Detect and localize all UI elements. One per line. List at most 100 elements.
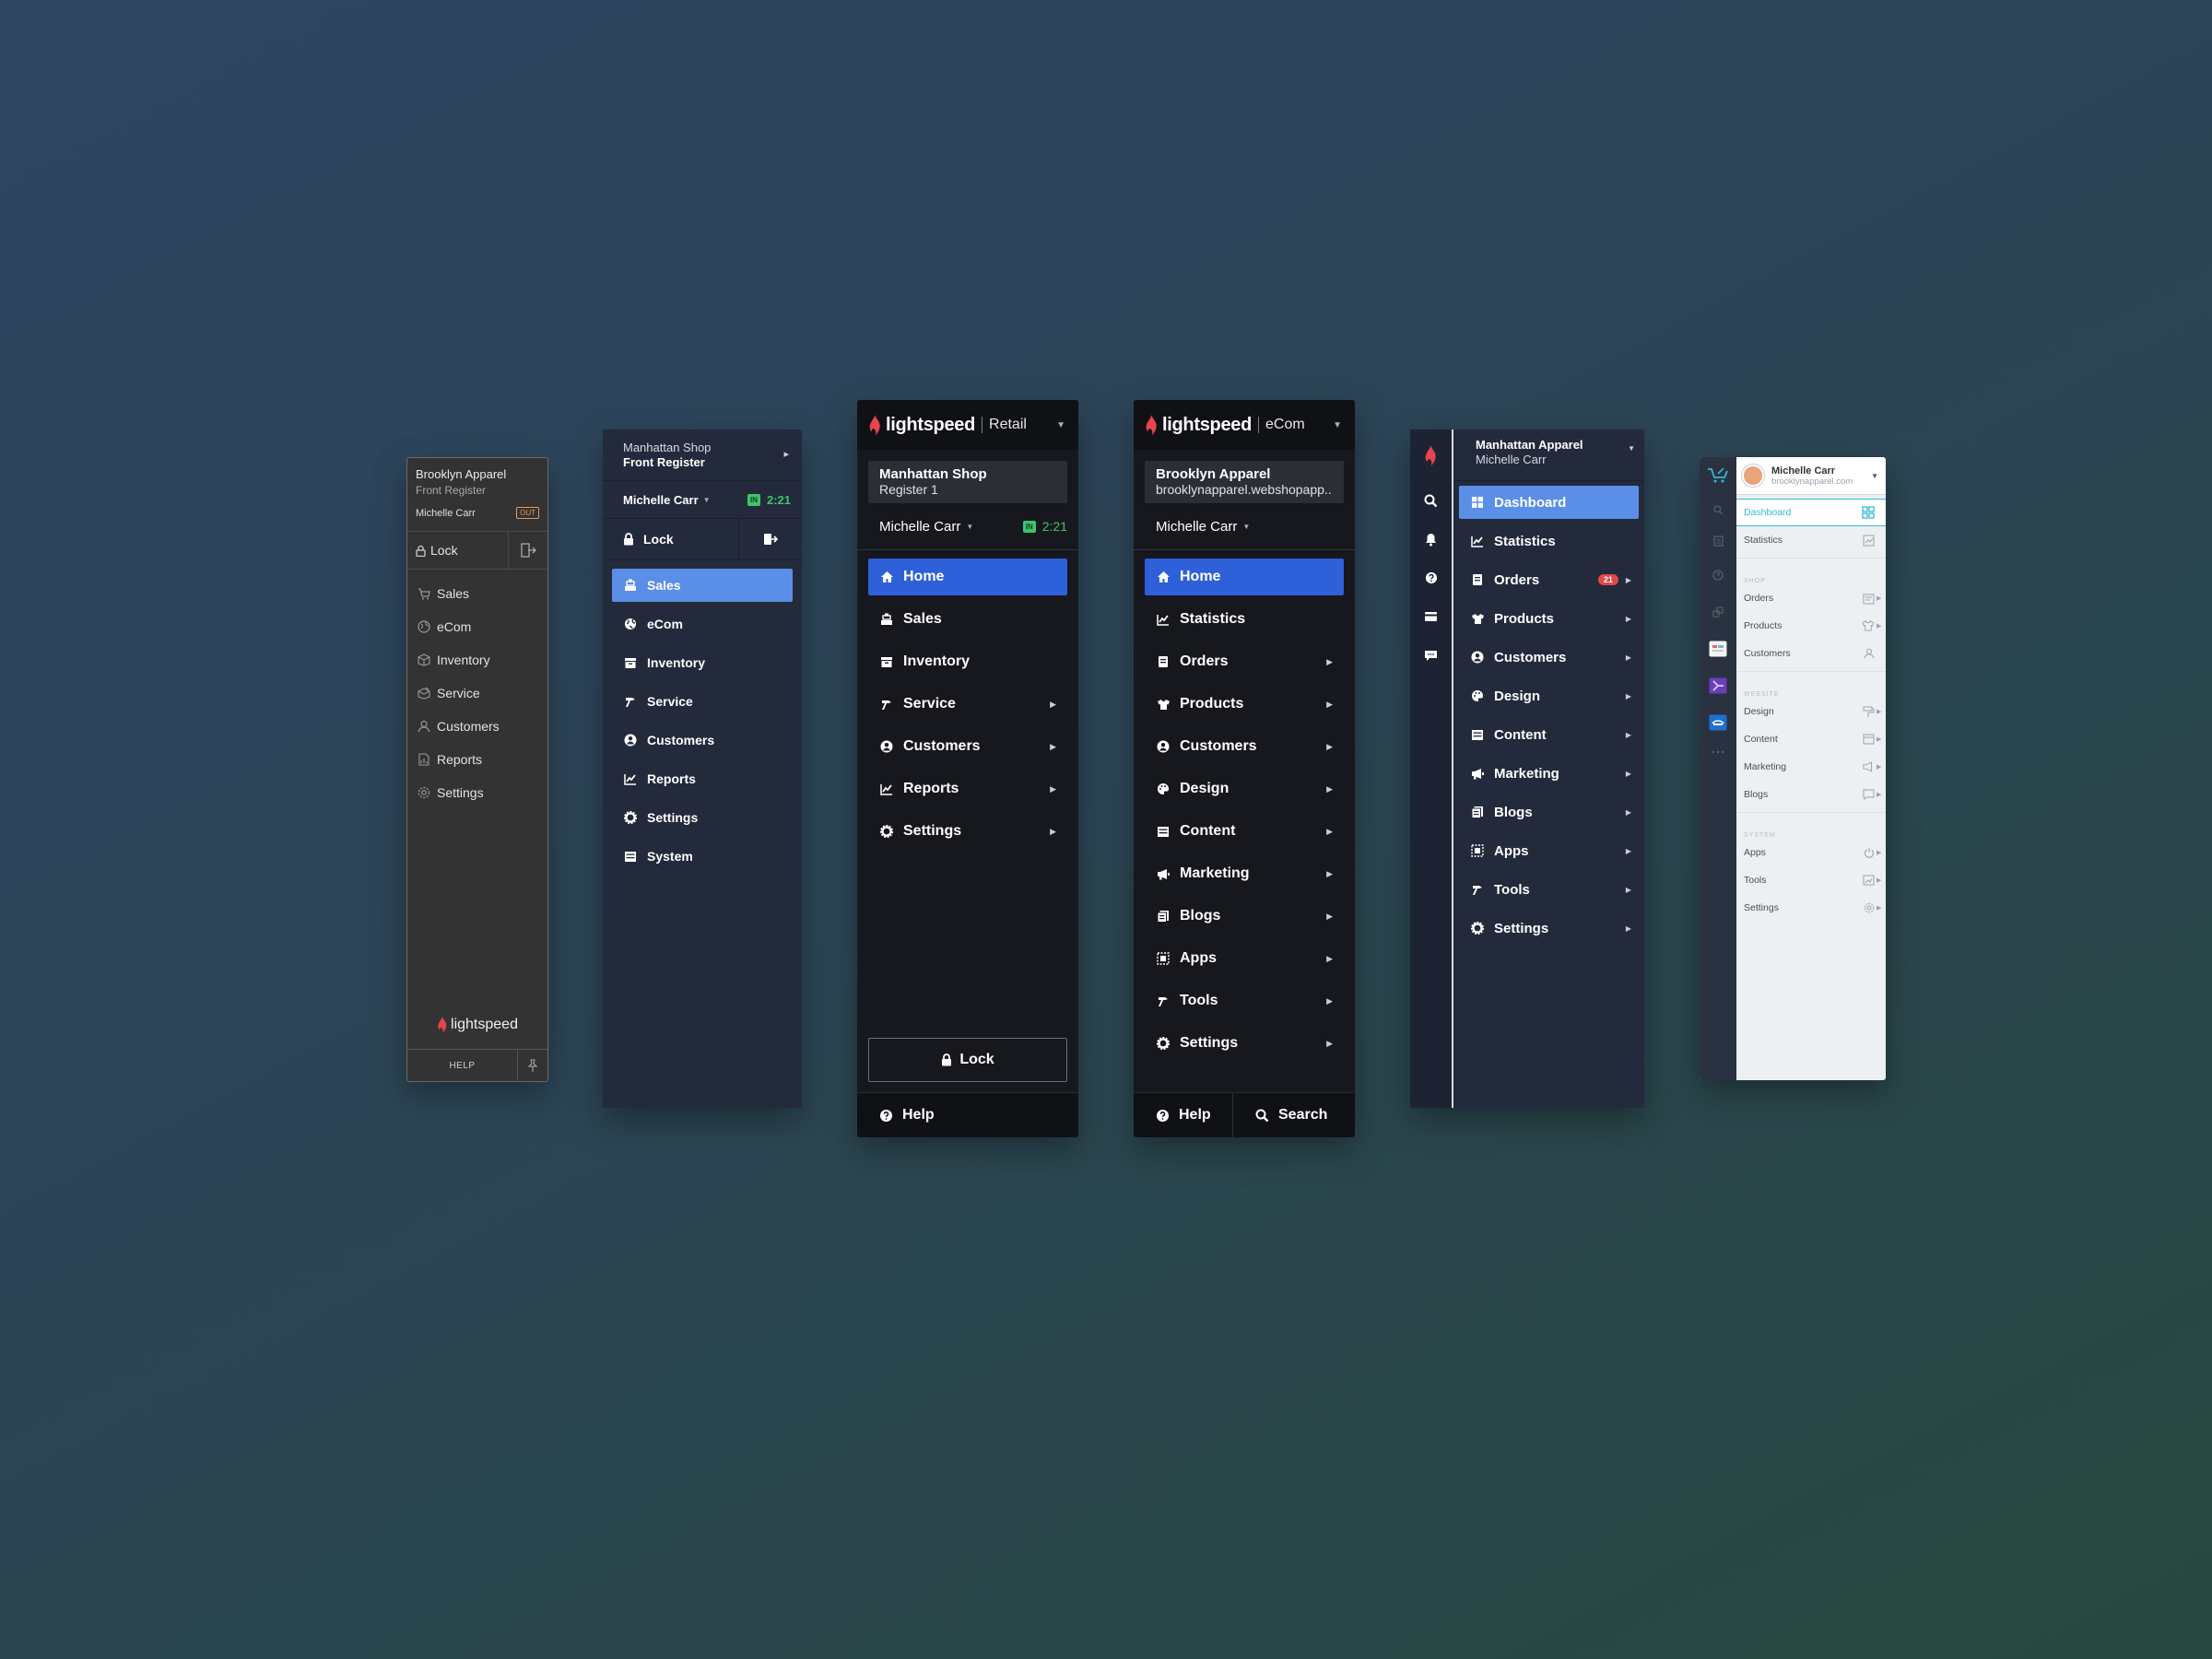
help-button[interactable]: Help bbox=[1134, 1093, 1233, 1137]
logout-button[interactable] bbox=[509, 532, 547, 569]
nav-item-dashboard[interactable]: Dashboard bbox=[1459, 486, 1639, 519]
nav-item-customers[interactable]: Customers bbox=[1736, 640, 1886, 667]
help-icon[interactable] bbox=[1410, 559, 1452, 597]
nav-item-products[interactable]: Products ▶ bbox=[1736, 612, 1886, 640]
app-thumbnail-icon[interactable] bbox=[1700, 667, 1736, 704]
nav-item-inventory[interactable]: Inventory bbox=[868, 643, 1067, 680]
nav-item-blogs[interactable]: Blogs ▶ bbox=[1736, 781, 1886, 808]
product-switcher[interactable]: lightspeed Retail ▼ bbox=[857, 400, 1078, 450]
sidebar-retail-navy: Manhattan Shop Front Register ▸ Michelle… bbox=[603, 429, 802, 1108]
pin-button[interactable] bbox=[518, 1050, 547, 1081]
lock-button[interactable]: Lock bbox=[603, 519, 739, 559]
nav-item-reports[interactable]: Reports bbox=[612, 762, 793, 795]
account-header[interactable]: Manhattan Apparel Michelle Carr ▼ bbox=[1453, 429, 1644, 481]
nav-item-statistics[interactable]: Statistics bbox=[1145, 601, 1344, 638]
nav-item-orders[interactable]: Orders ▶ bbox=[1736, 584, 1886, 612]
nav-item-design[interactable]: Design ▶ bbox=[1145, 771, 1344, 807]
nav-item-customers[interactable]: Customers ▶ bbox=[1459, 641, 1639, 674]
account-header[interactable]: Brooklyn Apparel Front Register Michelle… bbox=[407, 458, 547, 532]
shop-cart-logo-icon[interactable] bbox=[1700, 457, 1736, 494]
nav-item-content[interactable]: Content ▶ bbox=[1736, 725, 1886, 753]
nav-item-apps[interactable]: Apps ▶ bbox=[1145, 940, 1344, 977]
more-icon[interactable] bbox=[1700, 741, 1736, 763]
nav-item-ecom[interactable]: eCom bbox=[612, 607, 793, 641]
nav-item-content[interactable]: Content ▶ bbox=[1459, 718, 1639, 751]
nav-item-design[interactable]: Design ▶ bbox=[1736, 698, 1886, 725]
nav-item-products[interactable]: Products ▶ bbox=[1459, 602, 1639, 635]
account-header[interactable]: Manhattan Shop Front Register ▸ bbox=[603, 429, 802, 481]
nav-item-settings[interactable]: Settings ▶ bbox=[868, 813, 1067, 850]
flame-logo-icon bbox=[868, 414, 882, 436]
globe-icon bbox=[417, 620, 431, 633]
lock-button[interactable]: Lock bbox=[868, 1038, 1067, 1082]
shop-selector[interactable]: Brooklyn Apparel brooklynapparel.webshop… bbox=[1145, 461, 1344, 503]
section-title: SYSTEM bbox=[1744, 832, 1776, 839]
search-icon[interactable] bbox=[1410, 481, 1452, 520]
nav-item-sales[interactable]: Sales bbox=[612, 569, 793, 602]
nav-item-home[interactable]: Home bbox=[1145, 559, 1344, 595]
nav-item-customers[interactable]: Customers ▶ bbox=[1145, 728, 1344, 765]
user-switcher[interactable]: Michelle Carr ▼ IN 2:21 bbox=[857, 503, 1078, 550]
nav-item-inventory[interactable]: Inventory bbox=[407, 643, 547, 677]
nav-item-inventory[interactable]: Inventory bbox=[612, 646, 793, 679]
nav-item-statistics[interactable]: Statistics bbox=[1459, 524, 1639, 558]
nav-item-system[interactable]: System bbox=[612, 840, 793, 873]
nav-item-content[interactable]: Content ▶ bbox=[1145, 813, 1344, 850]
nav-item-products[interactable]: Products ▶ bbox=[1145, 686, 1344, 723]
nav-item-settings[interactable]: Settings ▶ bbox=[1145, 1025, 1344, 1062]
nav-item-service[interactable]: Service ▶ bbox=[868, 686, 1067, 723]
nav-item-reports[interactable]: Reports bbox=[407, 743, 547, 776]
nav-item-customers[interactable]: Customers bbox=[407, 710, 547, 743]
nav-item-reports[interactable]: Reports ▶ bbox=[868, 771, 1067, 807]
card-icon[interactable] bbox=[1410, 597, 1452, 636]
notifications-icon[interactable] bbox=[1700, 525, 1736, 557]
nav-item-apps[interactable]: Apps ▶ bbox=[1459, 834, 1639, 867]
nav-item-settings[interactable]: Settings ▶ bbox=[1459, 912, 1639, 945]
search-icon[interactable] bbox=[1700, 494, 1736, 525]
user-switcher[interactable]: Michelle Carr brooklynapparel.com ▼ bbox=[1736, 457, 1886, 495]
nav-item-marketing[interactable]: Marketing ▶ bbox=[1736, 753, 1886, 781]
nav-item-home[interactable]: Home bbox=[868, 559, 1067, 595]
nav-item-sales[interactable]: Sales bbox=[868, 601, 1067, 638]
app-thumbnail-icon[interactable] bbox=[1700, 704, 1736, 741]
chat-icon[interactable] bbox=[1410, 636, 1452, 675]
lock-button[interactable]: Lock bbox=[407, 532, 509, 569]
nav-item-tools[interactable]: Tools ▶ bbox=[1736, 866, 1886, 894]
help-button[interactable]: Help bbox=[857, 1092, 1078, 1137]
nav-item-statistics[interactable]: Statistics bbox=[1736, 526, 1886, 554]
nav-item-blogs[interactable]: Blogs ▶ bbox=[1145, 898, 1344, 935]
user-switcher[interactable]: Michelle Carr ▼ bbox=[1134, 503, 1355, 550]
search-button[interactable]: Search bbox=[1233, 1093, 1355, 1137]
nav-item-orders[interactable]: Orders ▶ bbox=[1145, 643, 1344, 680]
nav-item-blogs[interactable]: Blogs ▶ bbox=[1459, 795, 1639, 829]
nav-item-ecom[interactable]: eCom bbox=[407, 610, 547, 643]
nav-label: Customers bbox=[903, 738, 981, 754]
app-thumbnail-icon[interactable] bbox=[1700, 630, 1736, 667]
nav-item-marketing[interactable]: Marketing ▶ bbox=[1145, 855, 1344, 892]
nav-item-service[interactable]: Service bbox=[407, 677, 547, 710]
logout-button[interactable] bbox=[739, 519, 802, 559]
nav-item-orders[interactable]: Orders 21 ▶ bbox=[1459, 563, 1639, 596]
nav-item-customers[interactable]: Customers bbox=[612, 724, 793, 757]
nav-item-settings[interactable]: Settings ▶ bbox=[1736, 894, 1886, 922]
nav-item-service[interactable]: Service bbox=[612, 685, 793, 718]
nav-item-dashboard[interactable]: Dashboard bbox=[1736, 499, 1886, 526]
help-button[interactable]: HELP bbox=[407, 1050, 518, 1081]
nav-item-settings[interactable]: Settings bbox=[612, 801, 793, 834]
flame-logo-icon[interactable] bbox=[1410, 429, 1452, 481]
chevron-right-icon: ▶ bbox=[1877, 877, 1882, 884]
nav-item-settings[interactable]: Settings bbox=[407, 776, 547, 809]
nav-item-tools[interactable]: Tools ▶ bbox=[1459, 873, 1639, 906]
bell-icon[interactable] bbox=[1410, 520, 1452, 559]
nav-item-apps[interactable]: Apps ▶ bbox=[1736, 839, 1886, 866]
user-switcher[interactable]: Michelle Carr ▼ IN 2:21 bbox=[603, 481, 802, 519]
product-switcher[interactable]: lightspeed eCom ▼ bbox=[1134, 400, 1355, 450]
nav-item-marketing[interactable]: Marketing ▶ bbox=[1459, 757, 1639, 790]
nav-item-design[interactable]: Design ▶ bbox=[1459, 679, 1639, 712]
shop-register-selector[interactable]: Manhattan Shop Register 1 bbox=[868, 461, 1067, 503]
link-icon[interactable] bbox=[1700, 594, 1736, 630]
nav-item-sales[interactable]: Sales bbox=[407, 577, 547, 610]
nav-item-tools[interactable]: Tools ▶ bbox=[1145, 982, 1344, 1019]
help-icon[interactable] bbox=[1700, 557, 1736, 594]
nav-item-customers[interactable]: Customers ▶ bbox=[868, 728, 1067, 765]
